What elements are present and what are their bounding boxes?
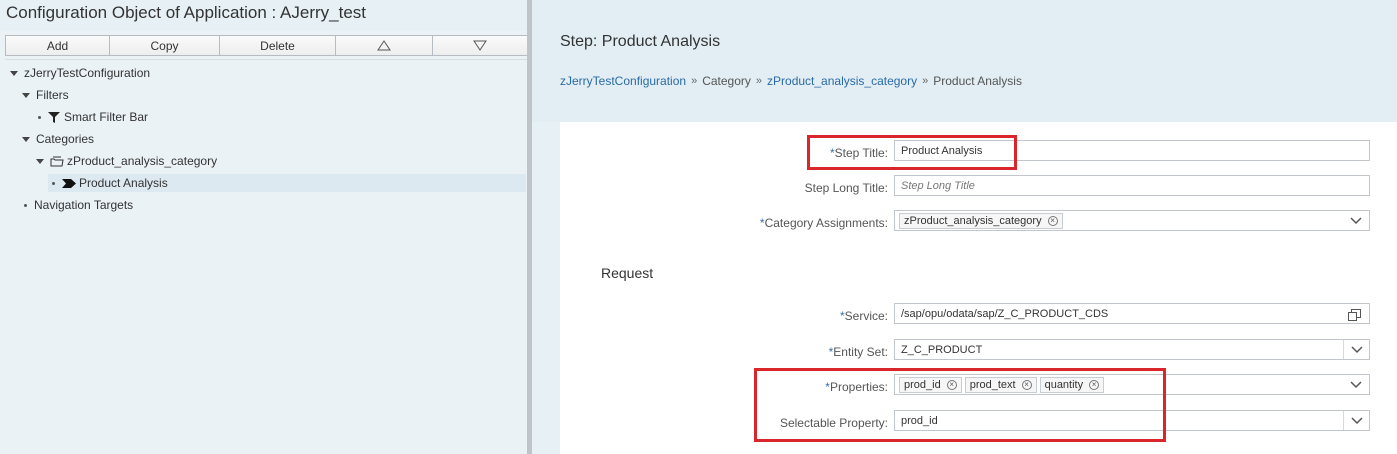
tree-node-root[interactable]: zJerryTestConfiguration — [10, 64, 150, 82]
tree-node-step[interactable]: Product Analysis — [48, 174, 526, 192]
property-token: quantity × — [1039, 376, 1105, 393]
tree-node-smart-filter-bar[interactable]: Smart Filter Bar — [38, 108, 148, 126]
value-help-icon[interactable] — [1343, 304, 1369, 323]
tree-separator — [5, 59, 528, 60]
service-field[interactable]: /sap/opu/odata/sap/Z_C_PRODUCT_CDS — [894, 303, 1370, 324]
property-token: prod_id × — [899, 376, 962, 393]
category-assignments-field[interactable]: zProduct_analysis_category × — [894, 210, 1370, 231]
remove-token-icon[interactable]: × — [1047, 215, 1058, 226]
category-token: zProduct_analysis_category × — [899, 212, 1063, 229]
tree-node-filters[interactable]: Filters — [22, 86, 69, 104]
selectable-property-label: Selectable Property: — [779, 416, 888, 430]
tree-node-label: Filters — [36, 88, 69, 102]
step-page-title: Step: Product Analysis — [560, 33, 721, 50]
step-chevron-icon — [62, 178, 76, 188]
breadcrumb-separator-icon: » — [691, 75, 698, 87]
expand-arrow-icon[interactable] — [10, 70, 18, 76]
category-folder-icon — [50, 156, 64, 166]
app-title: Configuration Object of Application : AJ… — [6, 3, 367, 22]
tree-node-label: zJerryTestConfiguration — [24, 66, 151, 80]
category-assignments-label: *Category Assignments: — [759, 216, 888, 230]
property-token: prod_text × — [964, 376, 1037, 393]
delete-button[interactable]: Delete — [220, 36, 336, 55]
remove-token-icon[interactable]: × — [1089, 379, 1100, 390]
left-pane: Add Copy Delete zJerryTestConfiguration … — [0, 31, 531, 454]
triangle-down-icon — [473, 40, 487, 51]
properties-field[interactable]: prod_id × prod_text × quantity × — [894, 374, 1370, 395]
breadcrumb-link-configuration[interactable]: zJerryTestConfiguration — [560, 74, 686, 88]
breadcrumb-separator-icon: » — [922, 75, 929, 87]
step-title-field[interactable]: Product Analysis — [894, 140, 1370, 161]
bullet-icon — [24, 203, 27, 207]
expand-arrow-icon[interactable] — [22, 92, 30, 98]
filter-icon — [48, 111, 60, 123]
entity-set-select[interactable]: Z_C_PRODUCT — [894, 339, 1370, 360]
breadcrumb-item-current: Product Analysis — [933, 74, 1022, 88]
tree-node-label: Navigation Targets — [34, 198, 134, 212]
remove-token-icon[interactable]: × — [1021, 379, 1032, 390]
step-form: *Step Title: Product Analysis Step Long … — [560, 122, 1397, 454]
chevron-down-icon[interactable] — [1343, 411, 1369, 430]
breadcrumb-item-category: Category — [702, 74, 751, 88]
move-down-button[interactable] — [433, 36, 527, 55]
breadcrumb-link-category-name[interactable]: zProduct_analysis_category — [767, 74, 917, 88]
chevron-down-icon[interactable] — [1343, 211, 1369, 230]
step-header: Step: Product Analysis zJerryTestConfigu… — [532, 0, 1397, 122]
tree-node-label: Product Analysis — [79, 176, 168, 190]
remove-token-icon[interactable]: × — [946, 379, 957, 390]
chevron-down-icon[interactable] — [1343, 340, 1369, 359]
tree-toolbar: Add Copy Delete — [5, 35, 528, 56]
breadcrumb-separator-icon: » — [755, 75, 763, 87]
expand-arrow-icon[interactable] — [36, 158, 44, 164]
tree-node-category[interactable]: zProduct_analysis_category — [36, 152, 217, 170]
tree-node-categories[interactable]: Categories — [22, 130, 94, 148]
bullet-icon — [52, 181, 55, 185]
properties-label: *Properties: — [825, 380, 888, 394]
bullet-icon — [38, 115, 41, 119]
tree-node-label: Smart Filter Bar — [64, 110, 149, 124]
tree-node-navigation-targets[interactable]: Navigation Targets — [24, 196, 133, 214]
step-long-title-label: Step Long Title: — [804, 181, 888, 195]
tree-node-label: zProduct_analysis_category — [67, 154, 218, 168]
breadcrumb: zJerryTestConfiguration » Category » zPr… — [560, 74, 1022, 88]
chevron-down-icon[interactable] — [1343, 375, 1369, 394]
selectable-property-select[interactable]: prod_id — [894, 410, 1370, 431]
tree-node-label: Categories — [36, 132, 95, 146]
entity-set-label: *Entity Set: — [828, 345, 888, 359]
step-long-title-field[interactable]: Step Long Title — [894, 175, 1370, 196]
add-button[interactable]: Add — [6, 36, 110, 55]
service-label: *Service: — [839, 309, 888, 323]
request-section-title: Request — [601, 265, 654, 281]
triangle-up-icon — [377, 40, 391, 51]
expand-arrow-icon[interactable] — [22, 136, 30, 142]
step-title-label: *Step Title: — [829, 146, 888, 160]
move-up-button[interactable] — [336, 36, 433, 55]
copy-button[interactable]: Copy — [110, 36, 220, 55]
